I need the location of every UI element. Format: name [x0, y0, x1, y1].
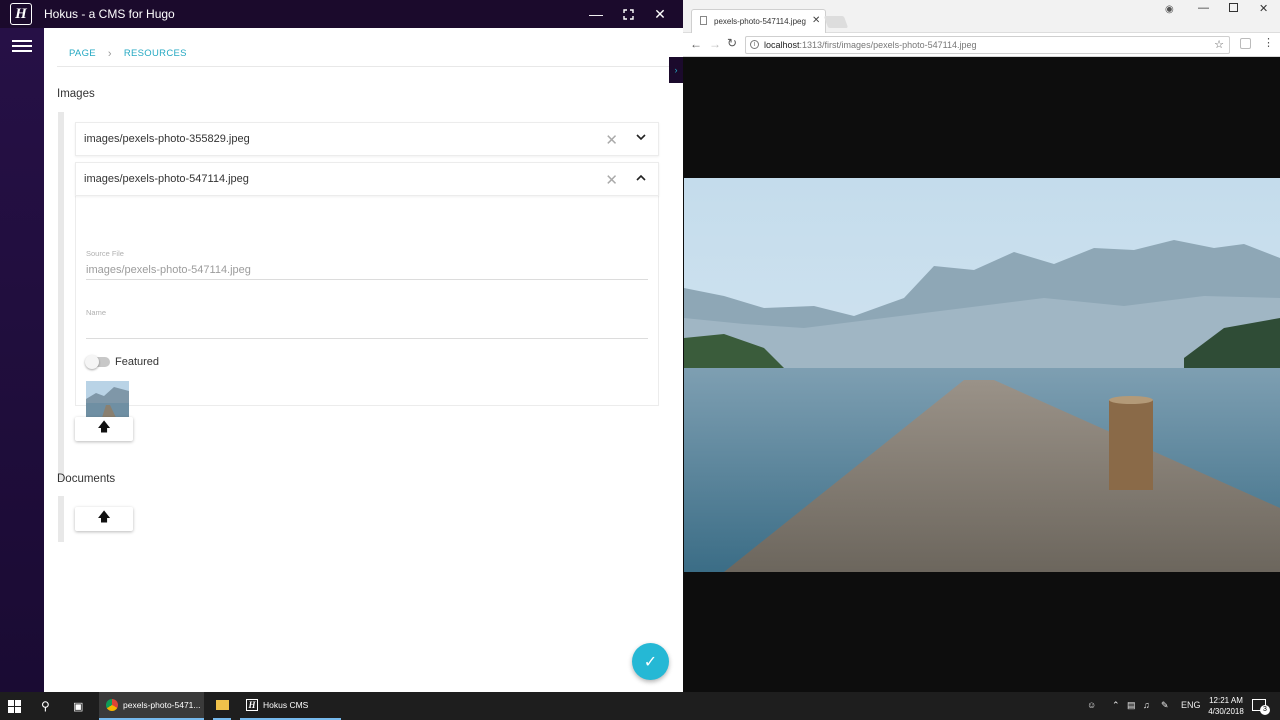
forward-icon[interactable]: →: [709, 37, 721, 51]
language-indicator[interactable]: ENG: [1181, 700, 1201, 710]
remove-icon[interactable]: ✕: [605, 131, 618, 149]
name-label: Name: [86, 308, 107, 317]
upload-icon: 🡅: [97, 419, 111, 434]
close-icon[interactable]: ✕: [644, 0, 676, 28]
images-section-title: Images: [57, 88, 95, 100]
hokus-sidebar: [0, 28, 44, 692]
search-icon[interactable]: ⚲: [41, 692, 50, 720]
browser-tab[interactable]: pexels-photo-547114.jpeg ✕: [691, 9, 826, 33]
hokus-logo-icon: H: [10, 3, 32, 25]
extension-icon[interactable]: [1240, 38, 1251, 49]
url-host: localhost: [764, 40, 800, 50]
minimize-icon[interactable]: —: [1198, 2, 1209, 14]
notification-count: 3: [1260, 705, 1270, 715]
people-icon[interactable]: ☺: [1087, 700, 1096, 710]
preview-toggle-button[interactable]: ›: [669, 57, 683, 83]
back-icon[interactable]: ←: [690, 37, 702, 51]
upload-image-button[interactable]: 🡅: [75, 417, 133, 441]
chevron-down-icon[interactable]: [636, 132, 646, 144]
remove-icon[interactable]: ✕: [605, 171, 618, 189]
windows-taskbar: ⚲ ▣ pexels-photo-5471... H Hokus CMS ☺ ⌃…: [0, 692, 1280, 720]
clock[interactable]: 12:21 AM 4/30/2018: [1204, 695, 1248, 717]
image-item-header[interactable]: images/pexels-photo-355829.jpeg ✕: [75, 122, 659, 156]
notifications-icon[interactable]: 3: [1252, 699, 1270, 715]
image-item-header[interactable]: images/pexels-photo-547114.jpeg ✕: [75, 162, 659, 196]
hamburger-menu-icon[interactable]: [12, 40, 32, 54]
taskbar-hokus-app[interactable]: H Hokus CMS: [240, 692, 341, 720]
image-item-panel: images/pexels-photo-547114.jpeg ✕ Source…: [75, 162, 659, 424]
image-item-path: images/pexels-photo-355829.jpeg: [84, 133, 250, 145]
file-explorer-icon[interactable]: [213, 692, 231, 720]
browser-toolbar: ← → ↻ i localhost:1313/first/images/pexe…: [683, 33, 1280, 57]
source-file-field: images/pexels-photo-547114.jpeg: [86, 264, 251, 276]
close-icon[interactable]: ✕: [1259, 2, 1268, 15]
maximize-icon[interactable]: [612, 0, 644, 28]
featured-label: Featured: [115, 356, 160, 368]
address-bar[interactable]: i localhost:1313/first/images/pexels-pho…: [745, 36, 1230, 54]
network-icon[interactable]: ▤: [1127, 700, 1136, 711]
maximize-icon[interactable]: [1229, 3, 1238, 12]
source-file-underline: [86, 279, 648, 280]
name-underline: [86, 338, 648, 339]
name-field[interactable]: [86, 321, 648, 335]
upload-icon: 🡅: [97, 509, 111, 524]
menu-kebab-icon[interactable]: ⋮: [1263, 36, 1274, 49]
profile-icon[interactable]: ◉: [1165, 4, 1174, 15]
browser-tabbar: pexels-photo-547114.jpeg ✕ ◉ — ✕: [683, 0, 1280, 33]
url-text: localhost:1313/first/images/pexels-photo…: [764, 40, 976, 50]
documents-section-bar: [58, 496, 64, 542]
documents-section-title: Documents: [57, 473, 116, 485]
hokus-window: H Hokus - a CMS for Hugo — ✕ PAGE › RESO…: [0, 0, 683, 692]
bookmark-star-icon[interactable]: ☆: [1214, 38, 1224, 51]
url-path: :1313/first/images/pexels-photo-547114.j…: [799, 40, 977, 50]
breadcrumb: PAGE › RESOURCES: [57, 41, 669, 67]
images-section-bar: [58, 112, 64, 480]
toggle-knob: [85, 355, 99, 369]
hokus-icon: H: [246, 699, 258, 711]
close-tab-icon[interactable]: ✕: [812, 15, 820, 26]
save-button[interactable]: ✓: [632, 643, 669, 680]
checkmark-icon: ✓: [643, 653, 658, 671]
info-icon[interactable]: i: [750, 40, 759, 49]
upload-document-button[interactable]: 🡅: [75, 507, 133, 531]
chevron-up-icon[interactable]: [636, 172, 646, 184]
chevron-up-icon[interactable]: ⌃: [1112, 700, 1120, 711]
hokus-main-panel: PAGE › RESOURCES Images images/pexels-ph…: [44, 28, 683, 692]
new-tab-button[interactable]: [823, 16, 849, 28]
window-title: Hokus - a CMS for Hugo: [44, 7, 175, 21]
windows-start-icon[interactable]: [8, 692, 21, 720]
pen-icon[interactable]: ✎: [1161, 700, 1169, 711]
chrome-icon: [106, 699, 118, 711]
breadcrumb-page[interactable]: PAGE: [57, 48, 108, 59]
task-view-icon[interactable]: ▣: [73, 692, 83, 720]
reload-icon[interactable]: ↻: [727, 36, 737, 50]
featured-toggle[interactable]: [85, 355, 110, 369]
breadcrumb-resources[interactable]: RESOURCES: [112, 48, 199, 59]
hokus-titlebar[interactable]: H Hokus - a CMS for Hugo — ✕: [0, 0, 683, 28]
taskbar-chrome-app[interactable]: pexels-photo-5471...: [99, 692, 204, 720]
chrome-window: pexels-photo-547114.jpeg ✕ ◉ — ✕ ← → ↻ i…: [683, 0, 1280, 692]
image-item-path: images/pexels-photo-547114.jpeg: [84, 173, 249, 185]
clock-date: 4/30/2018: [1208, 707, 1244, 716]
clock-time: 12:21 AM: [1209, 696, 1243, 705]
taskbar-hokus-label: Hokus CMS: [263, 700, 309, 710]
tab-title: pexels-photo-547114.jpeg: [714, 17, 806, 26]
volume-icon[interactable]: ♫: [1143, 700, 1150, 710]
source-file-label: Source File: [86, 249, 124, 258]
preview-image: [684, 178, 1280, 572]
taskbar-chrome-label: pexels-photo-5471...: [123, 700, 201, 710]
minimize-icon[interactable]: —: [580, 0, 612, 28]
document-icon: [700, 16, 707, 25]
